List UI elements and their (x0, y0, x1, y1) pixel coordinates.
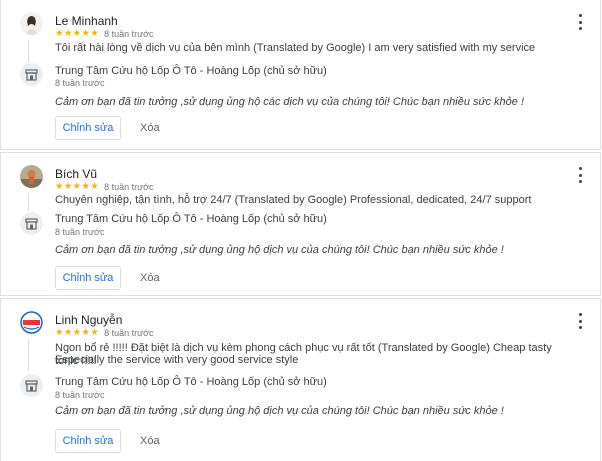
star-rating: ★★★★★ (55, 181, 100, 192)
rating-row: ★★★★★ 8 tuần trước (55, 327, 154, 339)
more-vert-icon[interactable] (578, 167, 582, 183)
reviewer-name[interactable]: Bích Vũ (55, 167, 97, 181)
review-card: Le Minhanh ★★★★★ 8 tuần trước Tôi rất hà… (0, 0, 601, 150)
reviewer-avatar[interactable] (20, 165, 43, 188)
edit-reply-button[interactable]: Chỉnh sửa (55, 266, 121, 290)
storefront-icon (25, 217, 38, 230)
rating-row: ★★★★★ 8 tuần trước (55, 28, 154, 40)
owner-reply-text: Cảm ơn bạn đã tin tưởng ,sử dụng ủng hộ … (55, 405, 504, 417)
reviewer-name[interactable]: Le Minhanh (55, 14, 118, 28)
owner-reply-time: 8 tuần trước (55, 227, 105, 237)
review-text: Chuyên nghiệp, tận tình, hỗ trợ 24/7 (Tr… (55, 194, 532, 206)
reviewer-avatar[interactable] (20, 12, 43, 35)
star-rating: ★★★★★ (55, 28, 100, 39)
more-vert-icon[interactable] (578, 14, 582, 30)
review-time: 8 tuần trước (104, 29, 154, 39)
owner-reply-text: Cảm ơn bạn đã tin tưởng ,sử dụng ủng hộ … (55, 96, 524, 108)
delete-reply-button[interactable]: Xóa (140, 435, 160, 447)
edit-reply-button[interactable]: Chỉnh sửa (55, 116, 121, 140)
reviewer-name[interactable]: Linh Nguyễn (55, 313, 122, 327)
owner-reply-time: 8 tuần trước (55, 390, 105, 400)
review-card: Linh Nguyễn ★★★★★ 8 tuần trước Ngon bổ r… (0, 298, 601, 461)
reviewer-avatar[interactable] (20, 311, 43, 334)
owner-name: Trung Tâm Cứu hộ Lốp Ô Tô - Hoàng Lốp (c… (55, 376, 327, 388)
thread-line (28, 193, 29, 211)
delete-reply-button[interactable]: Xóa (140, 122, 160, 134)
review-time: 8 tuần trước (104, 328, 154, 338)
storefront-icon (25, 68, 38, 81)
review-text: Tôi rất hài lòng về dịch vụ của bên mình… (55, 42, 536, 54)
owner-name: Trung Tâm Cứu hộ Lốp Ô Tô - Hoàng Lốp (c… (55, 213, 327, 225)
thread-line (28, 339, 29, 371)
review-card: Bích Vũ ★★★★★ 8 tuần trước Chuyên nghiệp… (0, 152, 601, 296)
more-vert-icon[interactable] (578, 313, 582, 329)
owner-avatar (20, 374, 43, 397)
reviews-list: Le Minhanh ★★★★★ 8 tuần trước Tôi rất hà… (0, 0, 602, 461)
edit-reply-button[interactable]: Chỉnh sửa (55, 429, 121, 453)
thread-line (28, 40, 29, 62)
owner-avatar (20, 63, 43, 86)
review-text-line-2: Especially the service with very good se… (55, 354, 299, 366)
star-rating: ★★★★★ (55, 327, 100, 338)
rating-row: ★★★★★ 8 tuần trước (55, 181, 154, 193)
delete-reply-button[interactable]: Xóa (140, 272, 160, 284)
owner-avatar (20, 212, 43, 235)
owner-name: Trung Tâm Cứu hộ Lốp Ô Tô - Hoàng Lốp (c… (55, 65, 327, 77)
review-time: 8 tuần trước (104, 182, 154, 192)
owner-reply-text: Cảm ơn bạn đã tin tưởng ,sử dụng ủng hộ … (55, 244, 504, 256)
owner-reply-time: 8 tuần trước (55, 78, 105, 88)
storefront-icon (25, 379, 38, 392)
